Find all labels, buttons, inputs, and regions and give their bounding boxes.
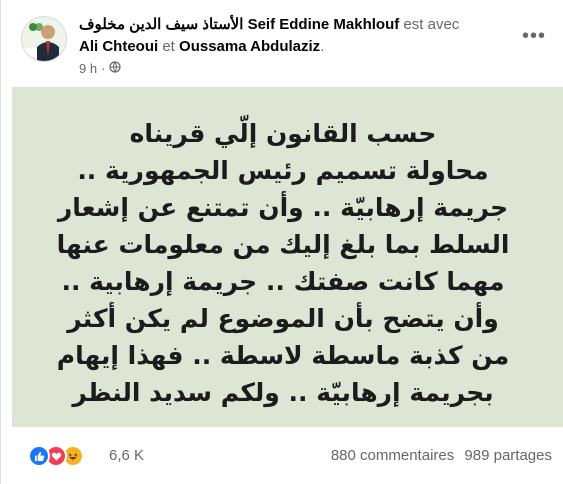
image-text-line: مهما كانت صفتك .. جريمة إرهابية ..	[61, 267, 505, 296]
post-image[interactable]: حسب القانون إلّي قريناه محاولة تسميم رئي…	[12, 87, 563, 427]
avatar-image	[22, 17, 66, 61]
post-footer: 6,6 K 880 commentaires 989 partages	[12, 427, 552, 484]
image-text-line: من كذبة ماسطة لاسطة .. فهذا إيهام	[56, 341, 510, 370]
post-stats: 880 commentaires 989 partages	[325, 447, 552, 464]
author-avatar[interactable]	[21, 16, 67, 62]
author-name-ar[interactable]: الأستاذ سيف الدين مخلوف	[79, 16, 243, 33]
like-icon	[28, 445, 50, 467]
globe-icon[interactable]	[109, 60, 122, 76]
with-text: est avec	[403, 16, 460, 33]
post-card: الأستاذ سيف الدين مخلوف Seif Eddine Makh…	[0, 0, 563, 484]
period-text: .	[320, 38, 325, 55]
tagged-user-2[interactable]: Oussama Abdulaziz	[179, 38, 320, 55]
tagged-user-1[interactable]: Ali Chteoui	[79, 38, 158, 55]
reaction-count[interactable]: 6,6 K	[109, 447, 144, 464]
image-text-line: السلط بما بلغ إليك من معلومات عنها	[56, 230, 510, 259]
image-text-line: جريمة إرهابيّة .. وأن تمتنع عن إشعار	[57, 193, 509, 222]
post-meta: 9 h ·	[79, 59, 122, 77]
more-options-icon[interactable]: •••	[518, 24, 550, 48]
time-separator: ·	[101, 60, 106, 76]
shares-count[interactable]: 989 partages	[464, 447, 552, 464]
author-name[interactable]: Seif Eddine Makhlouf	[248, 16, 400, 33]
comments-count[interactable]: 880 commentaires	[331, 447, 454, 464]
post-time[interactable]: 9 h	[79, 61, 97, 76]
image-text-line: حسب القانون إلّي قريناه	[129, 119, 437, 148]
image-text-line: محاولة تسميم رئيس الجمهورية ..	[77, 156, 489, 185]
reactions-summary[interactable]	[28, 445, 84, 467]
post-header: الأستاذ سيف الدين مخلوف Seif Eddine Makh…	[79, 14, 549, 58]
image-text-line: وأن يتضح بأن الموضوع لم يكن أكثر	[67, 304, 499, 333]
conjunction-text: et	[162, 38, 175, 55]
image-text-line: بجريمة إرهابيّة .. ولكم سديد النظر	[72, 378, 494, 407]
image-text: حسب القانون إلّي قريناه محاولة تسميم رئي…	[13, 115, 553, 411]
